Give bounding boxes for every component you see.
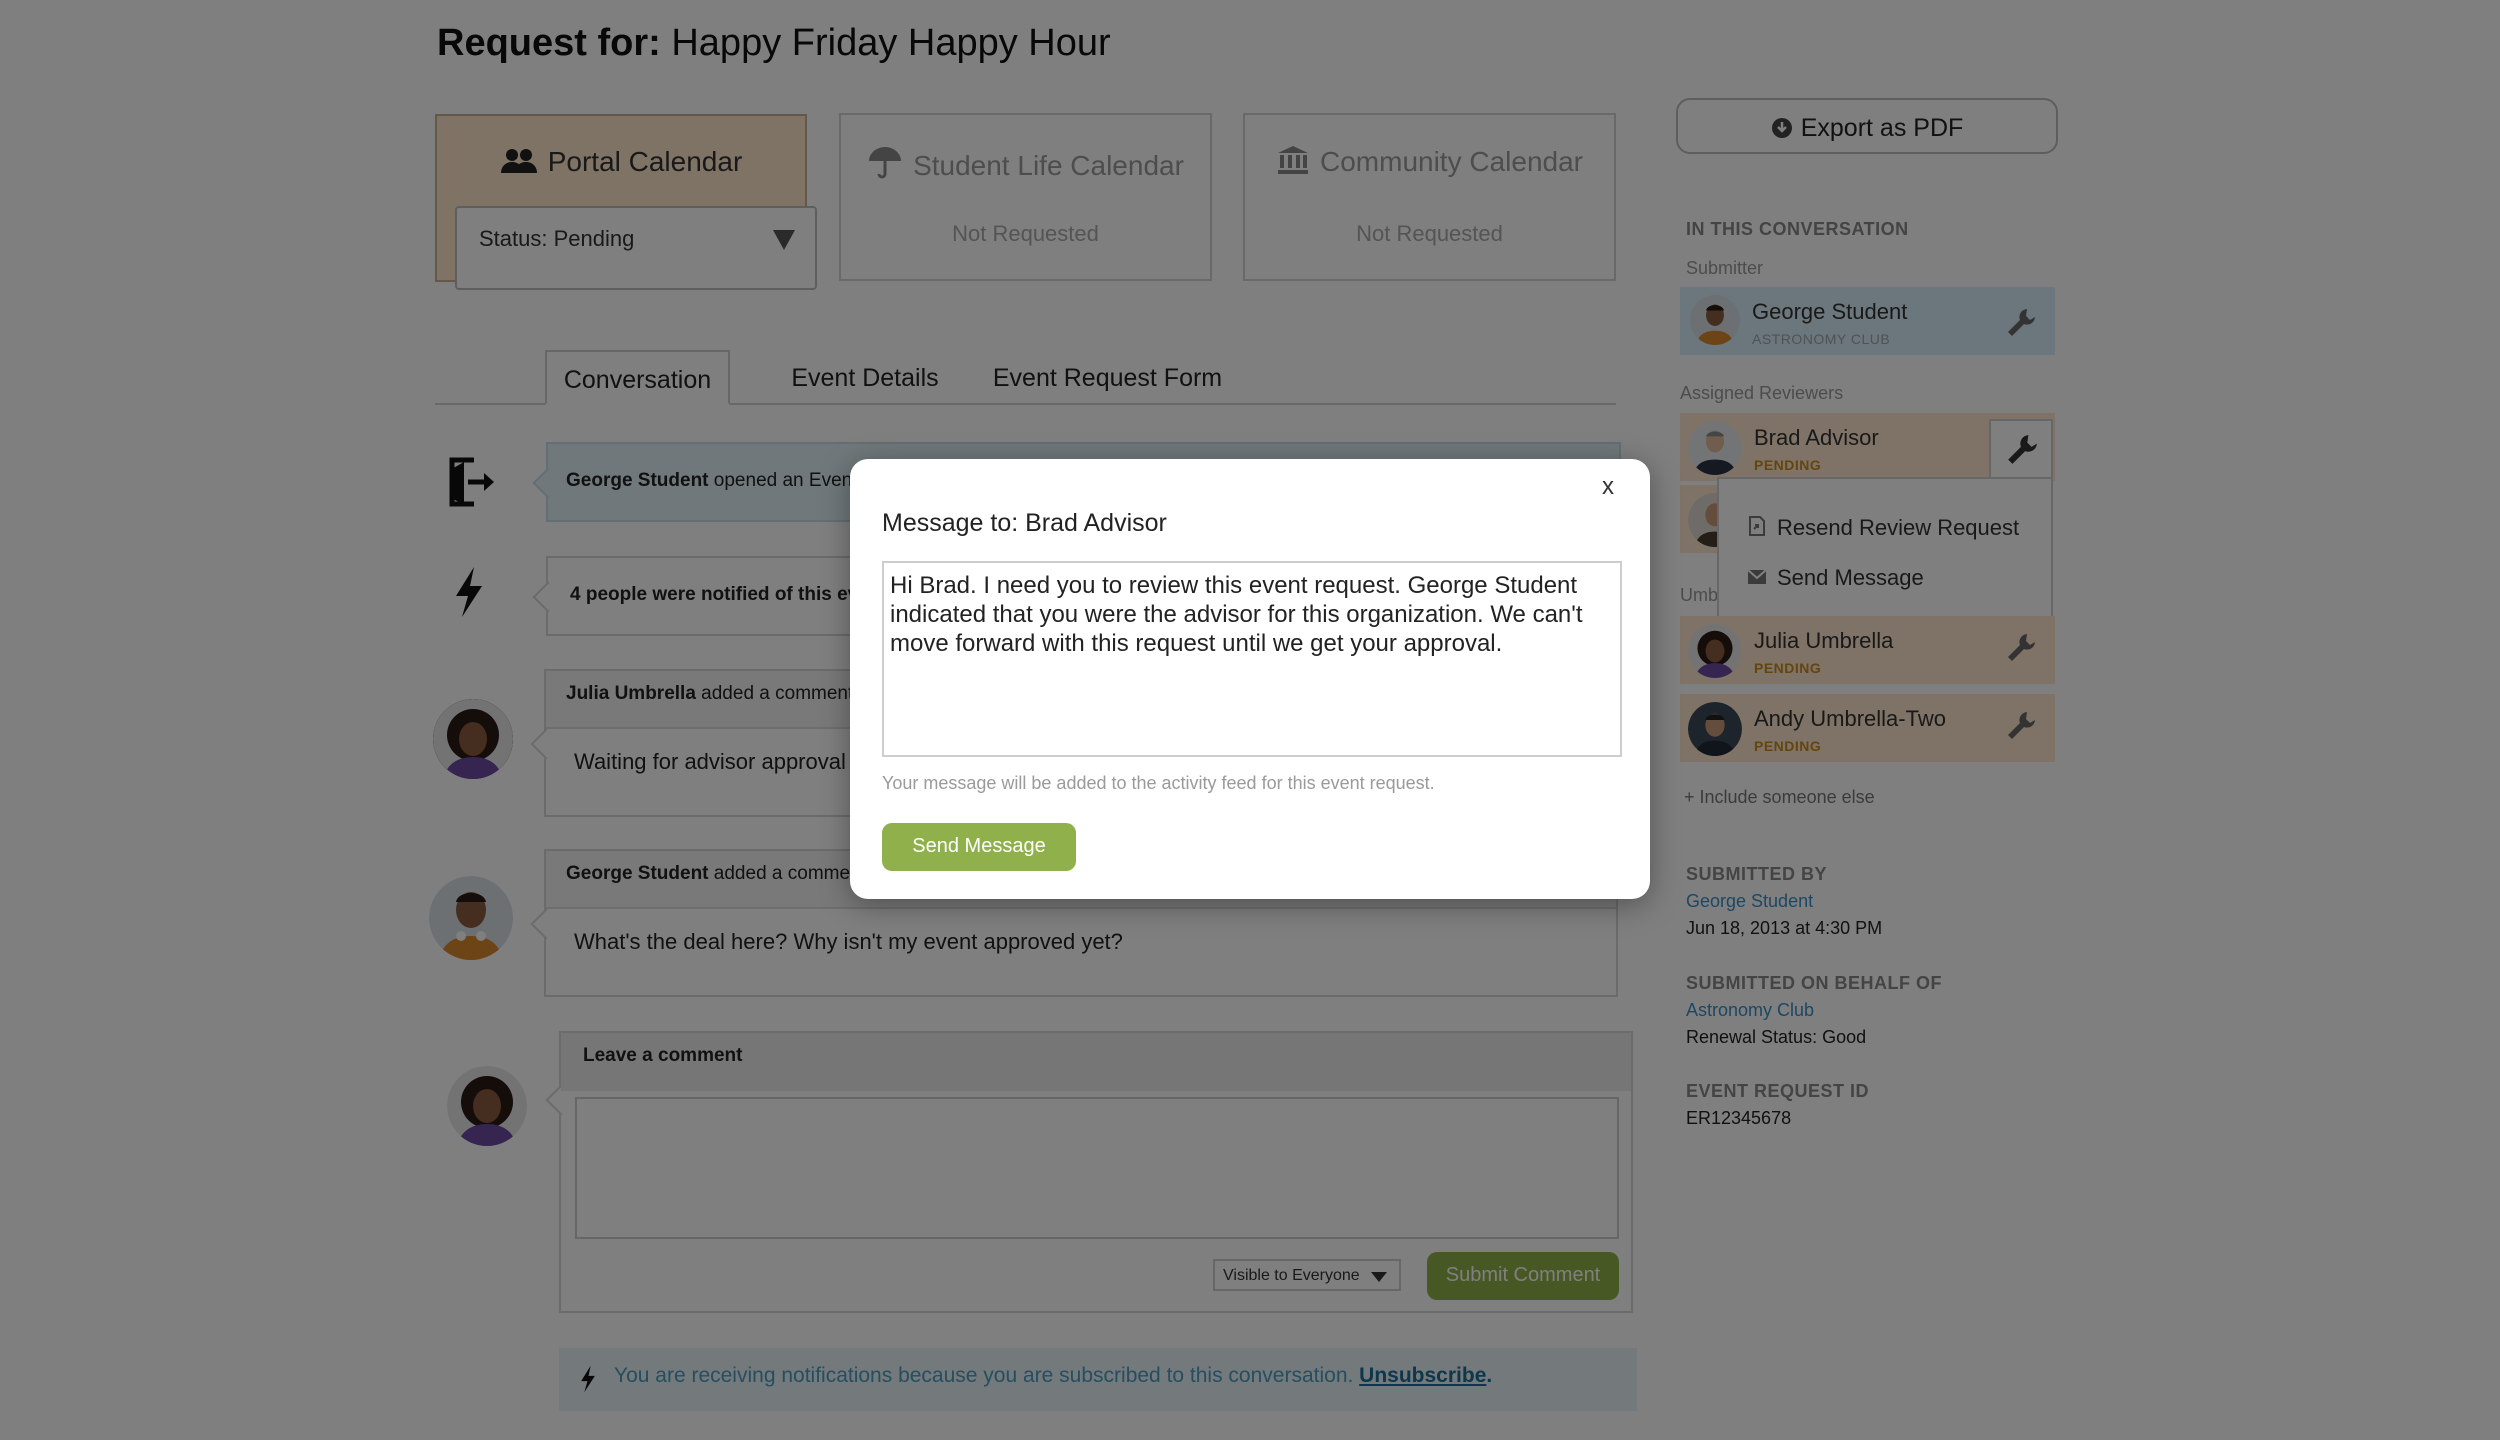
send-message-button[interactable]: Send Message — [882, 823, 1076, 871]
modal-title: Message to: Brad Advisor — [882, 509, 1167, 537]
close-icon[interactable]: x — [1602, 473, 1614, 501]
modal-hint: Your message will be added to the activi… — [882, 773, 1435, 793]
message-modal: x Message to: Brad Advisor Hi Brad. I ne… — [850, 459, 1650, 899]
message-input[interactable]: Hi Brad. I need you to review this event… — [882, 561, 1622, 757]
